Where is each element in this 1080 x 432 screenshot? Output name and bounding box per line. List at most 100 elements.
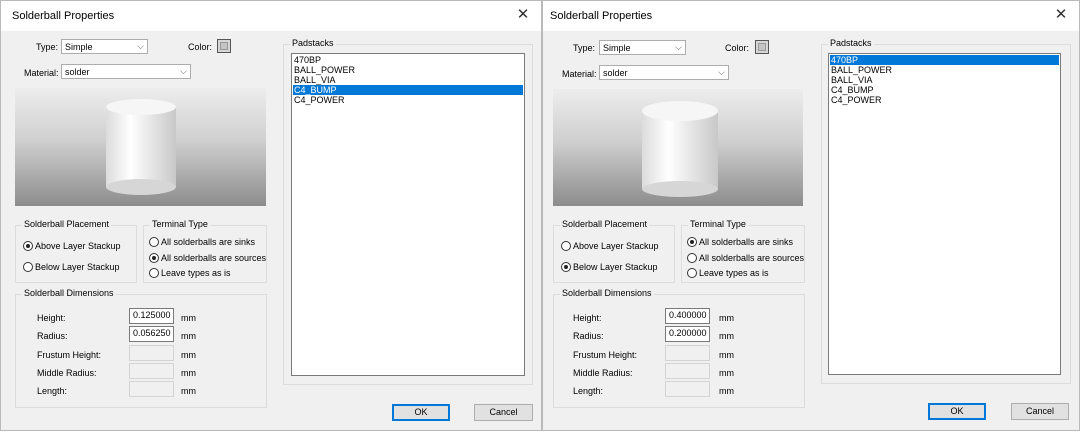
material-value: solder xyxy=(65,67,90,77)
sources-radio[interactable] xyxy=(149,253,159,263)
padstack-item-c4-power[interactable]: C4_POWER xyxy=(293,95,523,105)
padstack-item-c4-bump[interactable]: C4_BUMP xyxy=(293,85,523,95)
radius-input[interactable]: 0.056250 xyxy=(129,326,174,342)
padstacks-list[interactable]: 470BP BALL_POWER BALL_VIA C4_BUMP C4_POW… xyxy=(828,53,1061,375)
length-label: Length: xyxy=(573,386,604,396)
solderball-placement-group: Solderball Placement xyxy=(553,219,675,283)
above-layer-stackup-label: Above Layer Stackup xyxy=(573,241,659,251)
length-input xyxy=(665,381,710,397)
middle-radius-unit: mm xyxy=(719,368,734,378)
material-label: Material: xyxy=(24,68,59,78)
sinks-radio[interactable] xyxy=(687,237,697,247)
leave-types-label: Leave types as is xyxy=(161,268,231,278)
padstack-item-ball-power[interactable]: BALL_POWER xyxy=(830,65,1059,75)
height-input[interactable]: 0.400000 xyxy=(665,308,710,324)
ok-button[interactable]: OK xyxy=(928,403,986,420)
middle-radius-label: Middle Radius: xyxy=(37,368,97,378)
middle-radius-label: Middle Radius: xyxy=(573,368,633,378)
padstack-item-ball-via[interactable]: BALL_VIA xyxy=(293,75,523,85)
type-value: Simple xyxy=(603,43,631,53)
solderball-properties-dialog-left: Solderball Properties ✕ Type: Simple ⌵ C… xyxy=(0,0,542,431)
type-label: Type: xyxy=(36,42,59,52)
radius-unit: mm xyxy=(719,331,734,341)
type-value: Simple xyxy=(65,42,93,52)
padstack-item-ball-power[interactable]: BALL_POWER xyxy=(293,65,523,75)
solderball-preview xyxy=(15,88,266,206)
padstack-item-ball-via[interactable]: BALL_VIA xyxy=(830,75,1059,85)
material-dropdown[interactable]: solder ⌵ xyxy=(61,64,191,79)
dimensions-group-title: Solderball Dimensions xyxy=(22,288,116,298)
terminal-group-title: Terminal Type xyxy=(150,219,210,229)
sources-label: All solderballs are sources xyxy=(699,253,805,263)
radius-input[interactable]: 0.200000 xyxy=(665,326,710,342)
chevron-down-icon: ⌵ xyxy=(137,41,144,51)
ok-button[interactable]: OK xyxy=(392,404,450,421)
color-swatch-button[interactable] xyxy=(755,40,769,54)
length-unit: mm xyxy=(181,386,196,396)
chevron-down-icon: ⌵ xyxy=(675,42,682,52)
close-icon[interactable]: ✕ xyxy=(1051,5,1071,25)
type-dropdown[interactable]: Simple ⌵ xyxy=(599,40,686,55)
radius-label: Radius: xyxy=(573,331,604,341)
above-layer-stackup-label: Above Layer Stackup xyxy=(35,241,121,251)
padstack-item-c4-power[interactable]: C4_POWER xyxy=(830,95,1059,105)
solderball-properties-dialog-right: Solderball Properties ✕ Type: Simple ⌵ C… xyxy=(542,0,1080,431)
material-dropdown[interactable]: solder ⌵ xyxy=(599,65,729,80)
solderball-placement-group: Solderball Placement xyxy=(15,219,137,283)
frustum-height-label: Frustum Height: xyxy=(37,350,102,360)
frustum-height-input xyxy=(665,345,710,361)
padstack-item-470bp[interactable]: 470BP xyxy=(830,55,1059,65)
padstacks-group-title: Padstacks xyxy=(290,38,336,48)
height-input[interactable]: 0.125000 xyxy=(129,308,174,324)
below-layer-stackup-radio[interactable] xyxy=(561,262,571,272)
placement-group-title: Solderball Placement xyxy=(22,219,112,229)
below-layer-stackup-label: Below Layer Stackup xyxy=(35,262,120,272)
padstack-item-470bp[interactable]: 470BP xyxy=(293,55,523,65)
close-icon[interactable]: ✕ xyxy=(513,5,533,25)
length-input xyxy=(129,381,174,397)
height-label: Height: xyxy=(573,313,602,323)
cancel-button[interactable]: Cancel xyxy=(1011,403,1069,420)
below-layer-stackup-label: Below Layer Stackup xyxy=(573,262,658,272)
length-unit: mm xyxy=(719,386,734,396)
type-label: Type: xyxy=(573,43,596,53)
chevron-down-icon: ⌵ xyxy=(718,67,725,77)
sources-radio[interactable] xyxy=(687,253,697,263)
radius-label: Radius: xyxy=(37,331,68,341)
color-label: Color: xyxy=(725,43,750,53)
terminal-group-title: Terminal Type xyxy=(688,219,748,229)
sinks-label: All solderballs are sinks xyxy=(699,237,794,247)
sources-label: All solderballs are sources xyxy=(161,253,267,263)
padstacks-list[interactable]: 470BP BALL_POWER BALL_VIA C4_BUMP C4_POW… xyxy=(291,53,525,376)
chevron-down-icon: ⌵ xyxy=(180,66,187,76)
sinks-label: All solderballs are sinks xyxy=(161,237,256,247)
leave-types-label: Leave types as is xyxy=(699,268,769,278)
type-dropdown[interactable]: Simple ⌵ xyxy=(61,39,148,54)
dialog-title: Solderball Properties xyxy=(12,10,115,22)
padstacks-group-title: Padstacks xyxy=(828,38,874,48)
above-layer-stackup-radio[interactable] xyxy=(23,241,33,251)
material-label: Material: xyxy=(562,69,597,79)
sinks-radio[interactable] xyxy=(149,237,159,247)
below-layer-stackup-radio[interactable] xyxy=(23,262,33,272)
padstack-item-c4-bump[interactable]: C4_BUMP xyxy=(830,85,1059,95)
middle-radius-unit: mm xyxy=(181,368,196,378)
frustum-height-unit: mm xyxy=(181,350,196,360)
leave-types-radio[interactable] xyxy=(687,268,697,278)
material-value: solder xyxy=(603,68,628,78)
leave-types-radio[interactable] xyxy=(149,268,159,278)
above-layer-stackup-radio[interactable] xyxy=(561,241,571,251)
radius-unit: mm xyxy=(181,331,196,341)
height-label: Height: xyxy=(37,313,66,323)
height-unit: mm xyxy=(181,313,196,323)
frustum-height-label: Frustum Height: xyxy=(573,350,638,360)
frustum-height-input xyxy=(129,345,174,361)
dimensions-group-title: Solderball Dimensions xyxy=(560,288,654,298)
middle-radius-input xyxy=(129,363,174,379)
dialog-title: Solderball Properties xyxy=(550,10,653,22)
color-swatch-button[interactable] xyxy=(217,39,231,53)
title-bar: Solderball Properties ✕ xyxy=(1,1,541,31)
cancel-button[interactable]: Cancel xyxy=(474,404,533,421)
length-label: Length: xyxy=(37,386,68,396)
placement-group-title: Solderball Placement xyxy=(560,219,650,229)
